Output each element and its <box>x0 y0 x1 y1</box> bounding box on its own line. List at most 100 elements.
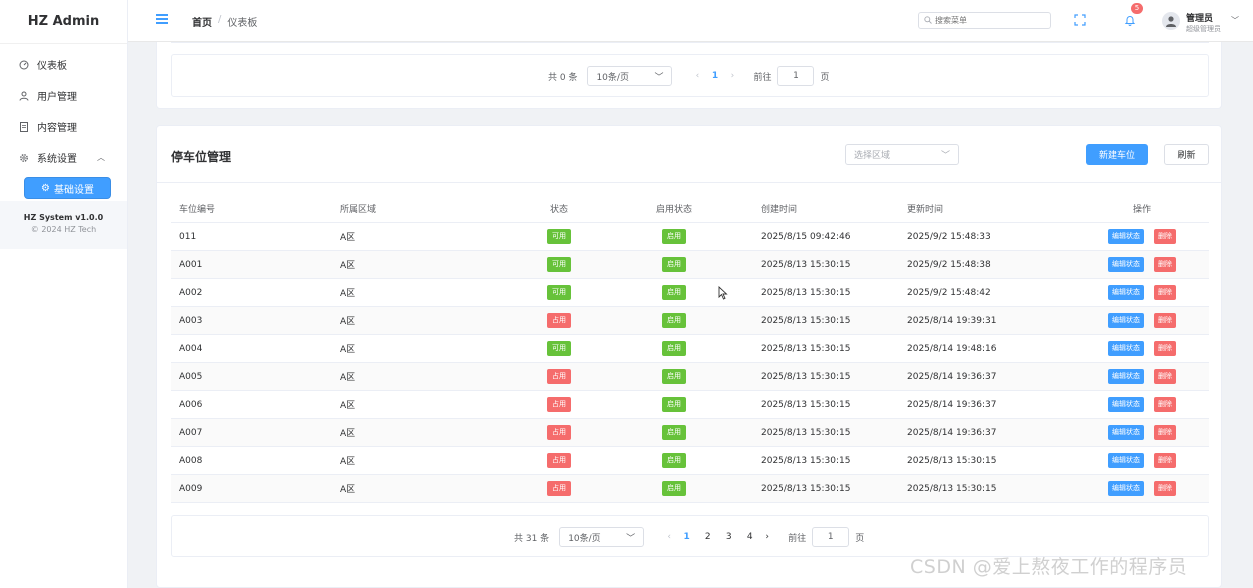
delete-button[interactable]: 删除 <box>1154 285 1176 300</box>
status-badge: 可用 <box>547 257 571 272</box>
cell-status: 可用 <box>509 341 609 356</box>
cell-region: A区 <box>340 233 356 243</box>
table-row: A001 A区 可用 启用 2025/8/13 15:30:15 2025/9/2 15:… <box>171 251 1209 279</box>
table-header: 车位编号 所属区域 状态 启用状态 创建时间 更新时间 操作 <box>171 195 1209 223</box>
column-header: 状态 <box>549 205 568 215</box>
table-body: 011 A区 可用 启用 2025/8/15 09:42:46 2025/9/2 15:4… <box>171 223 1209 503</box>
fullscreen-icon[interactable] <box>1074 14 1086 26</box>
next-page-icon[interactable]: › <box>725 71 739 81</box>
cell-created: 2025/8/13 15:30:15 <box>761 399 851 410</box>
refresh-button[interactable]: 刷新 <box>1164 144 1209 165</box>
user-name[interactable]: 管理员 <box>1186 11 1213 24</box>
edit-status-button[interactable]: 编辑状态 <box>1108 425 1144 440</box>
sidebar-item-users[interactable]: 用户管理 <box>0 80 127 111</box>
system-info: HZ System v1.0.0 © 2024 HZ Tech <box>0 201 127 249</box>
cell-status: 占用 <box>509 313 609 328</box>
page-size-select[interactable]: 10条/页 ﹀ <box>559 527 645 547</box>
goto-page-input[interactable] <box>778 71 814 81</box>
new-parking-button[interactable]: 新建车位 <box>1086 144 1148 165</box>
goto-label: 前往 <box>788 533 807 544</box>
cell-enabled: 启用 <box>609 313 739 328</box>
breadcrumb-home[interactable]: 首页 <box>192 14 212 29</box>
pagination: 共 0 条 10条/页 ﹀ ‹ 1 › 前往 页 <box>548 66 829 86</box>
cell-enabled: 启用 <box>609 341 739 356</box>
edit-status-button[interactable]: 编辑状态 <box>1108 285 1144 300</box>
app-brand: HZ Admin <box>0 0 127 44</box>
edit-status-button[interactable]: 编辑状态 <box>1108 397 1144 412</box>
prev-page-icon[interactable]: ‹ <box>690 71 704 81</box>
page-number[interactable]: 2 <box>697 532 718 542</box>
cell-enabled: 启用 <box>609 453 739 468</box>
bell-icon[interactable] <box>1124 14 1136 26</box>
top-header: 首页 / 仪表板 5 管理员 超级管理员 ﹀ <box>128 0 1253 42</box>
pagination-container: 共 0 条 10条/页 ﹀ ‹ 1 › 前往 页 <box>171 54 1209 97</box>
enabled-badge: 启用 <box>662 453 686 468</box>
prev-page-icon[interactable]: ‹ <box>662 532 676 542</box>
sidebar-item-content[interactable]: 内容管理 <box>0 111 127 142</box>
cell-created: 2025/8/13 15:30:15 <box>761 259 851 270</box>
delete-button[interactable]: 删除 <box>1154 257 1176 272</box>
avatar[interactable] <box>1162 12 1180 30</box>
sidebar-item-settings[interactable]: 系统设置 ︿ <box>0 142 127 173</box>
goto-page-field[interactable] <box>777 66 815 86</box>
cell-enabled: 启用 <box>609 425 739 440</box>
menu-toggle-icon[interactable] <box>156 14 168 26</box>
cell-actions: 编辑状态 删除 <box>1075 341 1209 356</box>
next-page-icon[interactable]: › <box>760 532 774 542</box>
cell-enabled: 启用 <box>609 369 739 384</box>
cell-actions: 编辑状态 删除 <box>1075 257 1209 272</box>
edit-status-button[interactable]: 编辑状态 <box>1108 341 1144 356</box>
page-number[interactable]: 1 <box>676 532 697 542</box>
delete-button[interactable]: 删除 <box>1154 341 1176 356</box>
status-badge: 可用 <box>547 229 571 244</box>
edit-status-button[interactable]: 编辑状态 <box>1108 369 1144 384</box>
page-number[interactable]: 1 <box>704 71 725 81</box>
enabled-badge: 启用 <box>662 425 686 440</box>
sidebar-item-dashboard[interactable]: 仪表板 <box>0 49 127 80</box>
chevron-down-icon[interactable]: ﹀ <box>1231 15 1239 26</box>
cell-actions: 编辑状态 删除 <box>1075 453 1209 468</box>
status-badge: 占用 <box>547 453 571 468</box>
search-input[interactable] <box>935 16 1045 25</box>
goto-page-field[interactable] <box>812 527 850 547</box>
mouse-cursor-icon <box>718 285 728 300</box>
cell-region: A区 <box>340 429 356 439</box>
search-field[interactable] <box>918 12 1051 29</box>
goto-page-input[interactable] <box>813 532 849 542</box>
cell-enabled: 启用 <box>609 481 739 496</box>
column-header: 启用状态 <box>655 205 692 215</box>
cell-actions: 编辑状态 删除 <box>1075 425 1209 440</box>
delete-button[interactable]: 删除 <box>1154 229 1176 244</box>
edit-status-button[interactable]: 编辑状态 <box>1108 453 1144 468</box>
page-size-value: 10条/页 <box>568 533 601 544</box>
cell-updated: 2025/8/14 19:36:37 <box>907 371 997 382</box>
status-badge: 占用 <box>547 425 571 440</box>
sidebar-subitem-basic-settings[interactable]: ⚙ 基础设置 <box>24 177 111 199</box>
delete-button[interactable]: 删除 <box>1154 481 1176 496</box>
edit-status-button[interactable]: 编辑状态 <box>1108 313 1144 328</box>
edit-status-button[interactable]: 编辑状态 <box>1108 481 1144 496</box>
page-number[interactable]: 3 <box>718 532 739 542</box>
delete-button[interactable]: 删除 <box>1154 453 1176 468</box>
sidebar-item-label: 仪表板 <box>37 61 67 72</box>
cell-region: A区 <box>340 289 356 299</box>
cell-enabled: 启用 <box>609 229 739 244</box>
edit-status-button[interactable]: 编辑状态 <box>1108 257 1144 272</box>
enabled-badge: 启用 <box>662 341 686 356</box>
pagination: 共 31 条 10条/页 ﹀ ‹ 1 2 3 4 › 前往 页 <box>514 527 864 547</box>
cell-updated: 2025/8/14 19:36:37 <box>907 399 997 410</box>
delete-button[interactable]: 删除 <box>1154 313 1176 328</box>
delete-button[interactable]: 删除 <box>1154 369 1176 384</box>
page-size-select[interactable]: 10条/页 ﹀ <box>587 66 673 86</box>
delete-button[interactable]: 删除 <box>1154 425 1176 440</box>
cell-spot-id: A005 <box>179 371 203 382</box>
page-number[interactable]: 4 <box>739 532 760 542</box>
cell-created: 2025/8/13 15:30:15 <box>761 343 851 354</box>
cell-spot-id: A008 <box>179 455 203 466</box>
region-select[interactable]: 选择区域 ﹀ <box>845 144 959 165</box>
gear-icon <box>19 153 29 163</box>
edit-status-button[interactable]: 编辑状态 <box>1108 229 1144 244</box>
cell-region: A区 <box>340 317 356 327</box>
delete-button[interactable]: 删除 <box>1154 397 1176 412</box>
sidebar-item-label: 内容管理 <box>37 123 77 134</box>
